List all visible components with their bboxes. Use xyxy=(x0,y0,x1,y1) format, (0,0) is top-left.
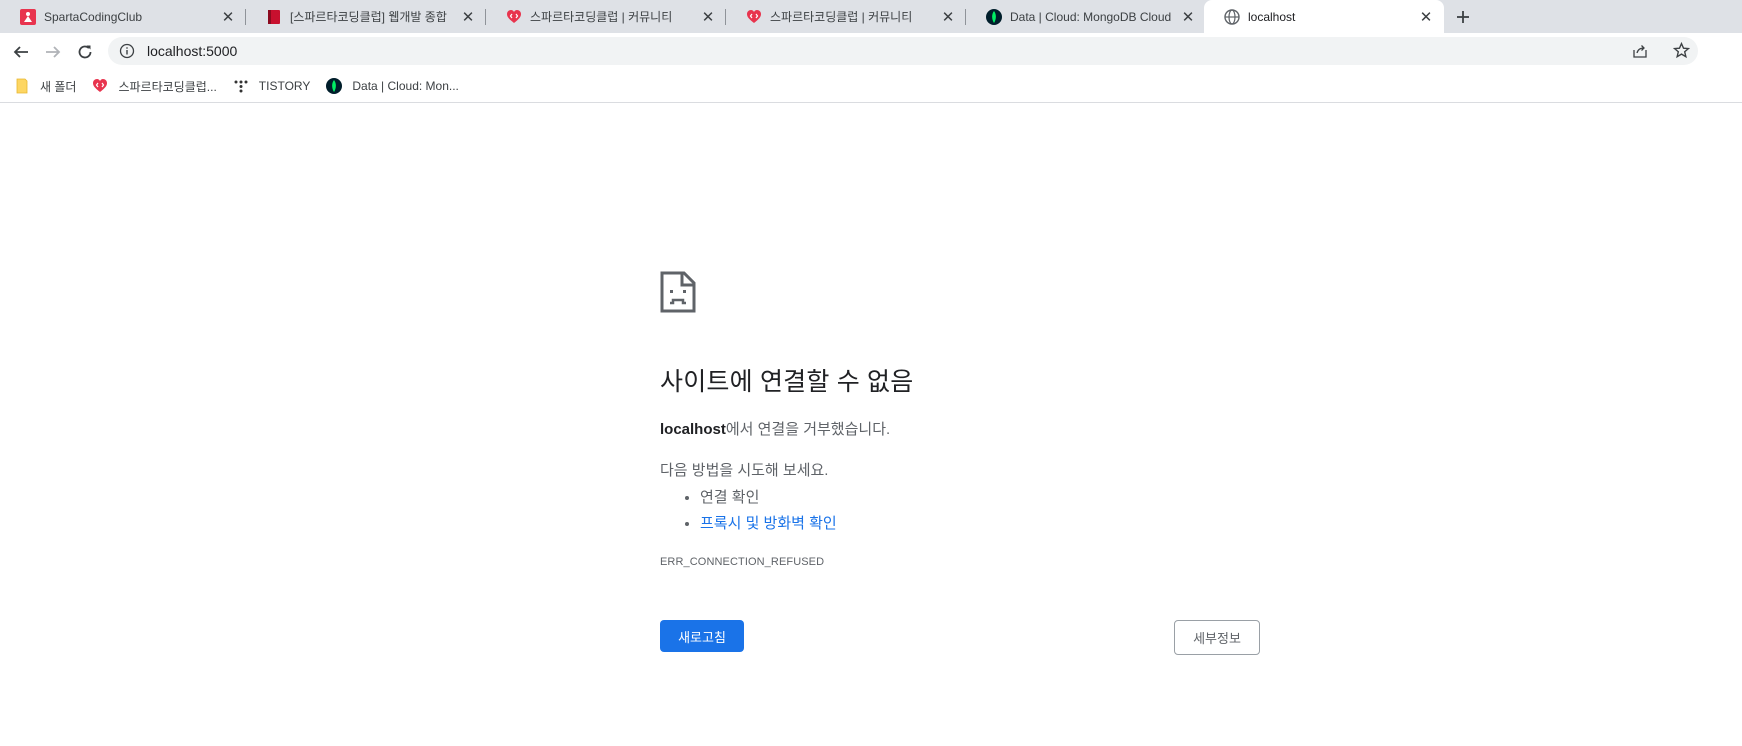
error-content: 사이트에 연결할 수 없음 localhost에서 연결을 거부했습니다. 다음… xyxy=(660,271,1260,660)
sad-document-icon xyxy=(660,271,696,313)
bookmark-label: 새 폴더 xyxy=(40,79,77,94)
suggestion-label: 연결 확인 xyxy=(700,489,760,506)
tab-sparta[interactable]: SpartaCodingClub ✕ xyxy=(0,0,246,33)
tab-webdev[interactable]: [스파르타코딩클럽] 웹개발 종합 ✕ xyxy=(246,0,486,33)
browser-toolbar: localhost:5000 xyxy=(0,33,1742,70)
heart-code-icon xyxy=(507,9,521,23)
proxy-firewall-link[interactable]: 프록시 및 방화벽 확인 xyxy=(700,515,837,532)
share-icon[interactable] xyxy=(1632,43,1648,59)
error-refused-text: 에서 연결을 거부했습니다. xyxy=(725,421,891,438)
bookmarks-bar: 새 폴더 스파르타코딩클럽... TISTORY Data | Cloud: M… xyxy=(0,70,1742,103)
bookmark-tistory[interactable]: TISTORY xyxy=(233,78,311,94)
suggestion-list: 연결 확인 프록시 및 방화벽 확인 xyxy=(660,486,1260,533)
reload-icon xyxy=(78,45,92,59)
bookmark-new-folder[interactable]: 새 폴더 xyxy=(14,78,76,95)
bookmark-star-icon[interactable] xyxy=(1673,42,1690,59)
mongodb-leaf-icon xyxy=(986,8,1002,25)
tab-title: [스파르타코딩클럽] 웹개발 종합 xyxy=(290,10,447,24)
bookmark-mongodb[interactable]: Data | Cloud: Mon... xyxy=(326,78,459,94)
tab-title: SpartaCodingClub xyxy=(44,9,143,24)
close-tab-icon[interactable]: ✕ xyxy=(460,9,476,26)
heart-code-icon xyxy=(747,9,761,23)
close-tab-icon[interactable]: ✕ xyxy=(1418,9,1434,26)
bookmark-label: Data | Cloud: Mon... xyxy=(352,79,459,93)
suggestion-check-connection: 연결 확인 xyxy=(700,486,1260,507)
forward-button[interactable] xyxy=(41,40,65,64)
error-code: ERR_CONNECTION_REFUSED xyxy=(660,556,825,568)
details-button[interactable]: 세부정보 xyxy=(1174,620,1260,655)
back-button[interactable] xyxy=(9,40,33,64)
tab-title: 스파르타코딩클럽 | 커뮤니티 xyxy=(770,10,913,24)
tab-mongodb[interactable]: Data | Cloud: MongoDB Cloud ✕ xyxy=(966,0,1206,33)
tab-title: localhost xyxy=(1248,9,1296,24)
error-heading: 사이트에 연결할 수 없음 xyxy=(660,368,914,396)
plus-icon xyxy=(1457,11,1469,23)
mongodb-leaf-icon xyxy=(326,78,343,94)
arrow-right-icon xyxy=(46,46,61,58)
error-host: localhost xyxy=(660,421,726,438)
tab-community-1[interactable]: 스파르타코딩클럽 | 커뮤니티 ✕ xyxy=(486,0,726,33)
close-tab-icon[interactable]: ✕ xyxy=(700,9,716,26)
error-description: localhost에서 연결을 거부했습니다. xyxy=(660,418,1260,439)
close-tab-icon[interactable]: ✕ xyxy=(940,9,956,26)
tab-strip: SpartaCodingClub ✕ [스파르타코딩클럽] 웹개발 종합 ✕ 스… xyxy=(0,0,1742,33)
tab-localhost[interactable]: localhost ✕ xyxy=(1204,0,1444,33)
bookmark-label: TISTORY xyxy=(258,79,311,93)
folder-icon xyxy=(16,78,28,94)
bookmark-label: 스파르타코딩클럽... xyxy=(118,79,217,94)
tab-title: 스파르타코딩클럽 | 커뮤니티 xyxy=(530,10,673,24)
close-tab-icon[interactable]: ✕ xyxy=(1180,9,1196,26)
suggestion-check-proxy-firewall[interactable]: 프록시 및 방화벽 확인 xyxy=(700,512,1260,533)
red-notebook-icon xyxy=(268,9,280,24)
info-icon[interactable] xyxy=(119,43,135,59)
globe-icon xyxy=(1224,8,1240,25)
new-tab-button[interactable] xyxy=(1452,6,1474,28)
tab-title: Data | Cloud: MongoDB Cloud xyxy=(1010,9,1172,24)
tab-community-2[interactable]: 스파르타코딩클럽 | 커뮤니티 ✕ xyxy=(726,0,966,33)
button-row: 새로고침 세부정보 xyxy=(660,620,1260,660)
arrow-left-icon xyxy=(13,46,28,58)
close-tab-icon[interactable]: ✕ xyxy=(220,9,236,26)
reload-page-button[interactable]: 새로고침 xyxy=(660,620,744,652)
heart-code-icon xyxy=(93,79,108,92)
tistory-icon xyxy=(234,80,248,93)
bookmark-sparta[interactable]: 스파르타코딩클럽... xyxy=(92,78,217,95)
reload-button[interactable] xyxy=(73,40,97,64)
try-text: 다음 방법을 시도해 보세요. xyxy=(660,462,829,479)
sparta-logo-icon xyxy=(20,8,36,25)
url-text[interactable]: localhost:5000 xyxy=(147,43,237,59)
address-bar[interactable]: localhost:5000 xyxy=(108,37,1698,65)
